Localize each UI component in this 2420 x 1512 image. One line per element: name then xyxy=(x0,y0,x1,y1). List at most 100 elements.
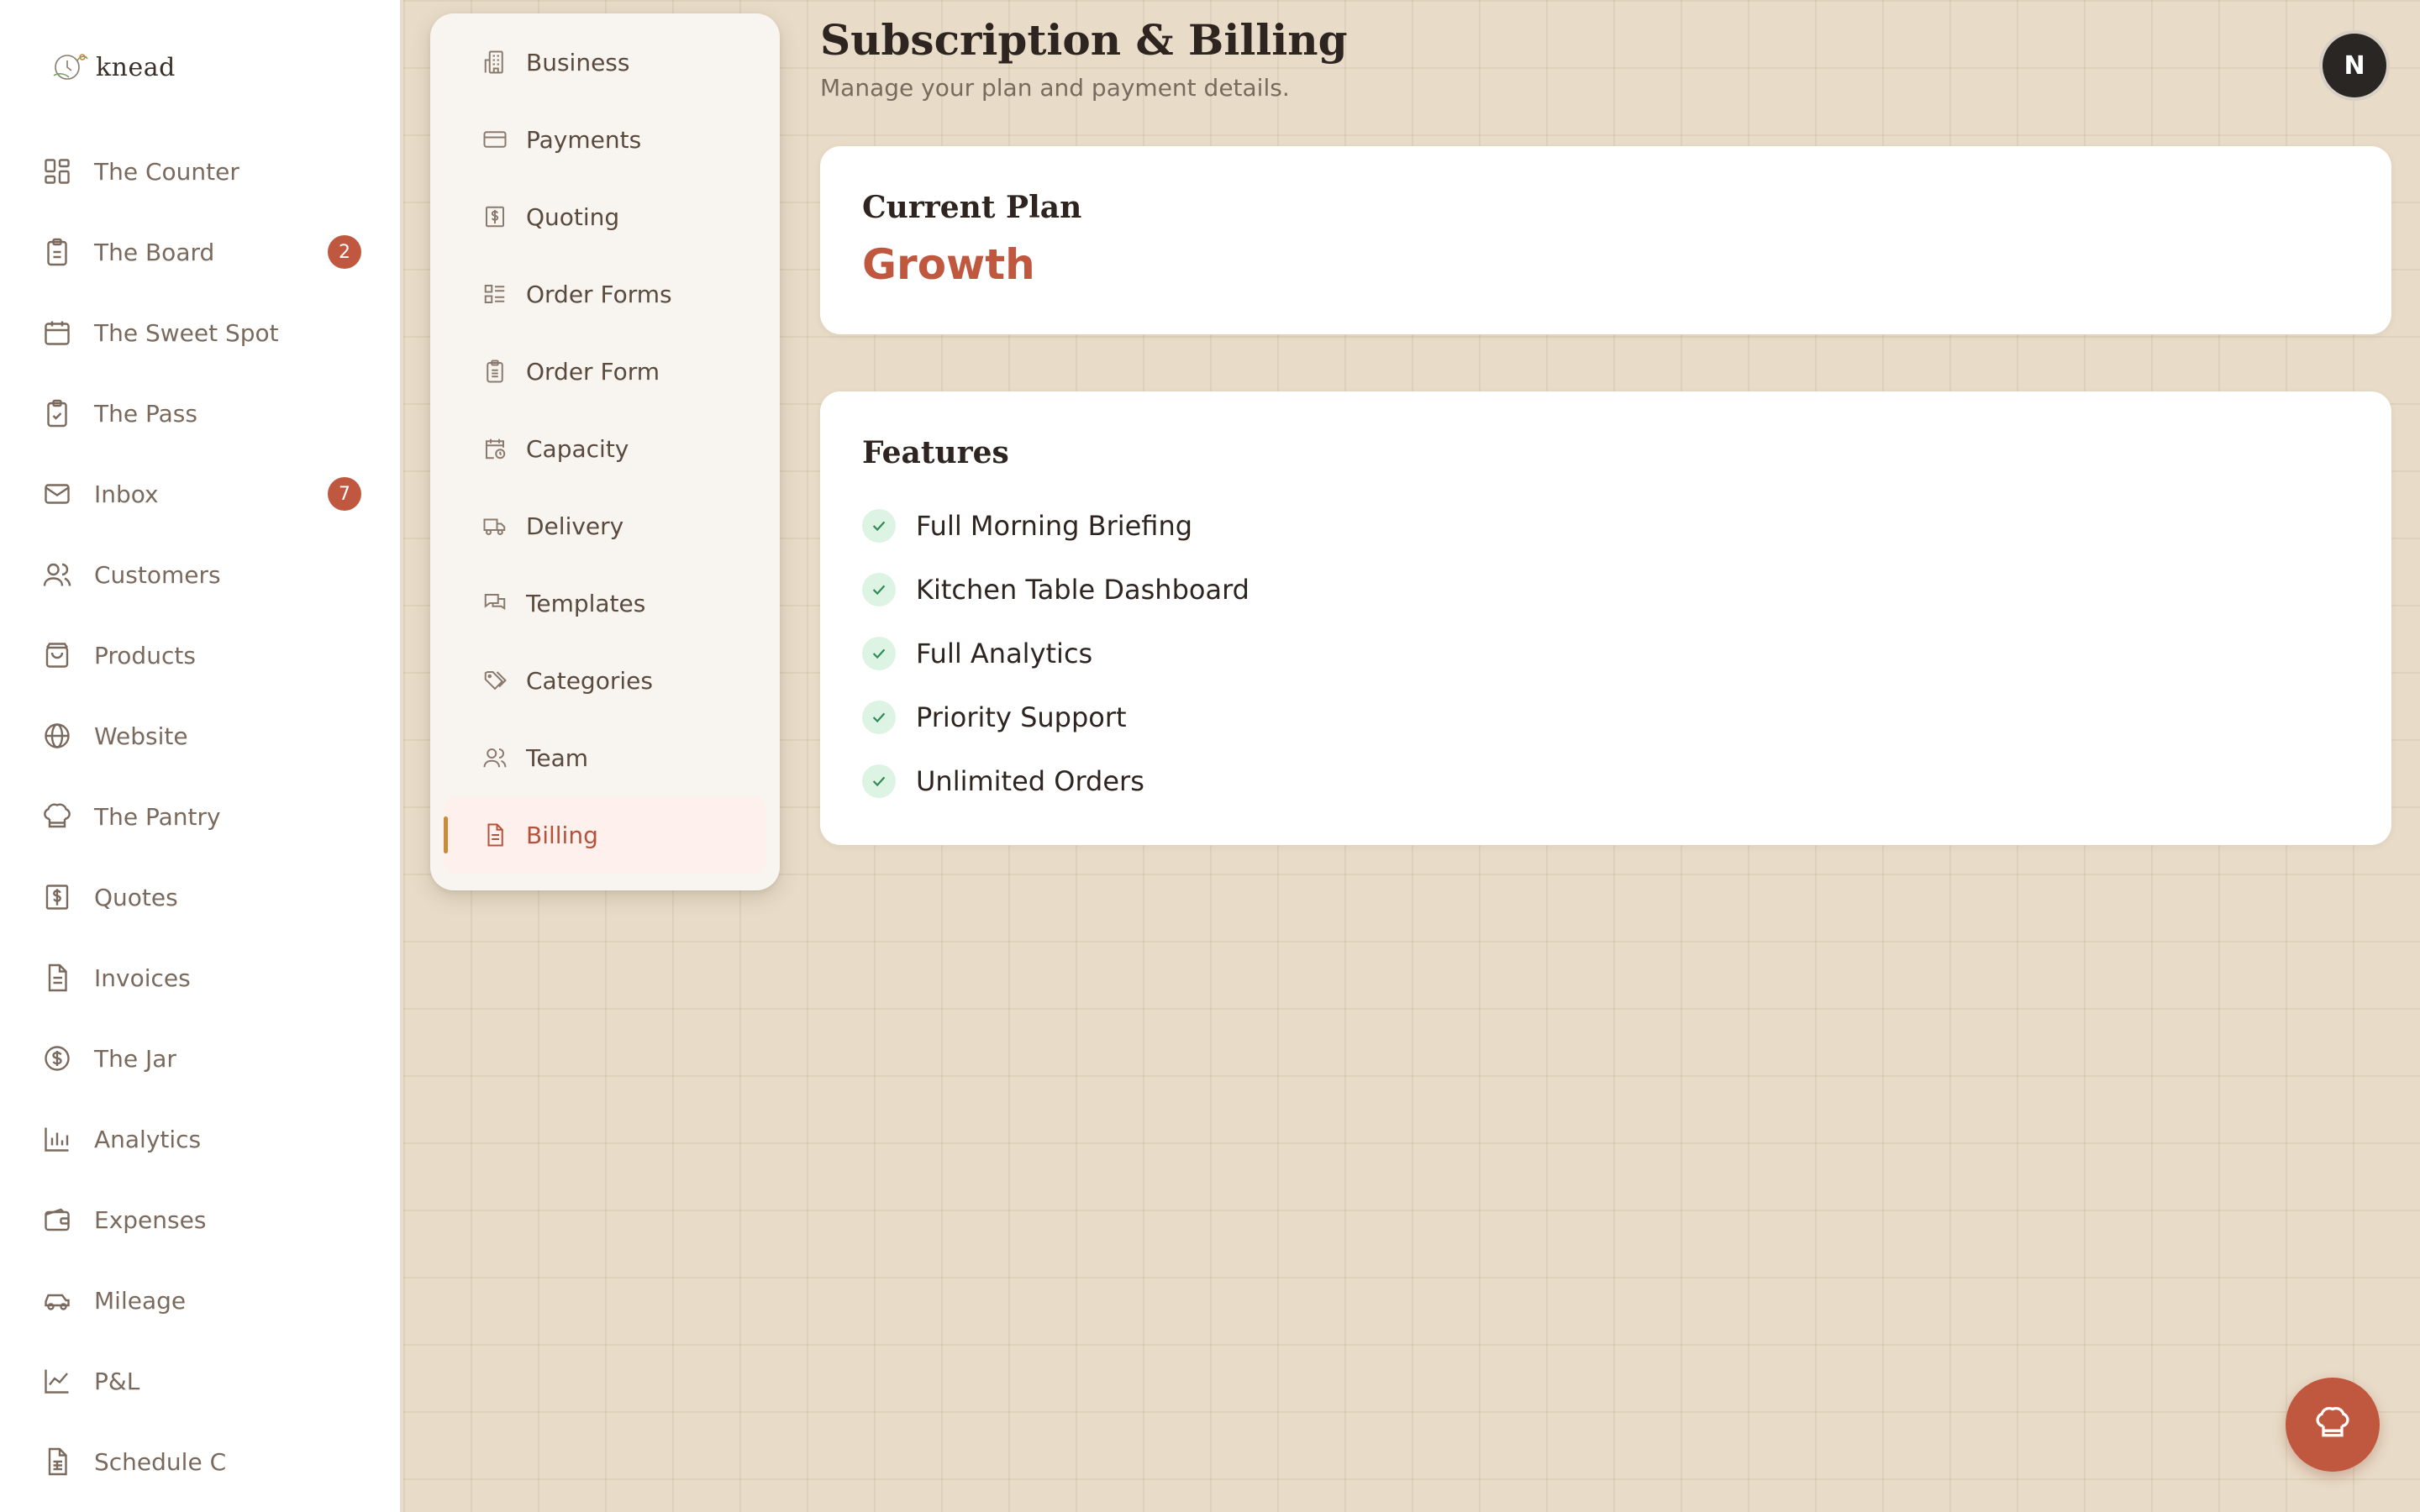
truck-icon xyxy=(481,512,509,540)
sidebar-item-label: The Board xyxy=(94,238,215,266)
sidebar-item-label: Inbox xyxy=(94,480,159,508)
users-icon xyxy=(481,743,509,772)
sidebar-item-the-pantry[interactable]: The Pantry xyxy=(0,776,402,857)
settings-item-team[interactable]: Team xyxy=(444,719,766,796)
chef-hat-icon xyxy=(2314,1404,2351,1445)
settings-item-order-form[interactable]: Order Form xyxy=(444,333,766,410)
settings-item-label: Quoting xyxy=(526,202,620,231)
features-card: Features Full Morning Briefing Kitchen T… xyxy=(820,391,2391,845)
calendar-icon xyxy=(40,316,74,349)
calendar-clock-icon xyxy=(481,434,509,463)
settings-item-categories[interactable]: Categories xyxy=(444,642,766,719)
sidebar-item-label: Products xyxy=(94,641,196,669)
settings-item-label: Order Forms xyxy=(526,280,672,308)
sidebar-item-expenses[interactable]: Expenses xyxy=(0,1179,402,1260)
settings-item-label: Templates xyxy=(526,589,646,617)
settings-item-label: Capacity xyxy=(526,434,629,463)
page-title: Subscription & Billing xyxy=(820,15,1348,65)
sidebar-item-website[interactable]: Website xyxy=(0,696,402,776)
sidebar-item-schedule-c[interactable]: Schedule C xyxy=(0,1421,402,1502)
line-chart-icon xyxy=(40,1364,74,1398)
sidebar-item-label: The Jar xyxy=(94,1044,176,1073)
sidebar-item-analytics[interactable]: Analytics xyxy=(0,1099,402,1179)
logo-mark-icon xyxy=(53,54,88,80)
dollar-receipt-icon xyxy=(40,880,74,914)
sidebar-item-label: Analytics xyxy=(94,1125,202,1153)
document-icon xyxy=(40,961,74,995)
sidebar-item-customers[interactable]: Customers xyxy=(0,534,402,615)
sidebar-item-mileage[interactable]: Mileage xyxy=(0,1260,402,1341)
clipboard-icon xyxy=(481,357,509,386)
chef-assistant-button[interactable] xyxy=(2286,1378,2380,1472)
settings-item-delivery[interactable]: Delivery xyxy=(444,487,766,564)
app-logo[interactable]: knead xyxy=(47,44,176,91)
check-icon xyxy=(862,637,896,670)
chef-hat-icon xyxy=(40,800,74,833)
sidebar-item-the-jar[interactable]: The Jar xyxy=(0,1018,402,1099)
settings-item-billing[interactable]: Billing xyxy=(444,796,766,874)
settings-item-label: Team xyxy=(526,743,589,772)
plan-name: Growth xyxy=(862,240,1035,289)
car-icon xyxy=(40,1284,74,1317)
settings-item-label: Delivery xyxy=(526,512,624,540)
feature-item: Full Analytics xyxy=(862,637,1092,670)
sidebar-nav: The Counter The Board 2 The Sweet Spot T… xyxy=(0,131,402,1502)
settings-item-payments[interactable]: Payments xyxy=(444,101,766,178)
settings-item-order-forms[interactable]: Order Forms xyxy=(444,255,766,333)
sidebar-item-the-pass[interactable]: The Pass xyxy=(0,373,402,454)
clipboard-icon xyxy=(40,235,74,269)
sidebar-item-products[interactable]: Products xyxy=(0,615,402,696)
check-icon xyxy=(862,573,896,606)
messages-icon xyxy=(481,589,509,617)
feature-item: Priority Support xyxy=(862,701,1127,734)
settings-item-label: Categories xyxy=(526,666,653,695)
settings-item-templates[interactable]: Templates xyxy=(444,564,766,642)
clipboard-check-icon xyxy=(40,396,74,430)
notification-badge: 2 xyxy=(328,235,361,269)
sidebar-item-inbox[interactable]: Inbox 7 xyxy=(0,454,402,534)
list-icon xyxy=(481,280,509,308)
check-icon xyxy=(862,764,896,798)
tags-icon xyxy=(481,666,509,695)
users-icon xyxy=(40,558,74,591)
sidebar-item-the-sweet-spot[interactable]: The Sweet Spot xyxy=(0,292,402,373)
sidebar-item-quotes[interactable]: Quotes xyxy=(0,857,402,937)
document-icon xyxy=(481,821,509,849)
settings-item-label: Billing xyxy=(526,821,598,849)
page-subtitle: Manage your plan and payment details. xyxy=(820,74,1290,102)
features-heading: Features xyxy=(862,435,1009,470)
wallet-icon xyxy=(40,1203,74,1236)
sidebar-item-label: Schedule C xyxy=(94,1447,227,1476)
shopping-bag-icon xyxy=(40,638,74,672)
sidebar-item-label: Quotes xyxy=(94,883,178,911)
sidebar-item-the-counter[interactable]: The Counter xyxy=(0,131,402,212)
sidebar-item-label: The Pantry xyxy=(94,802,221,831)
sidebar-item-the-board[interactable]: The Board 2 xyxy=(0,212,402,292)
sidebar-item-label: Website xyxy=(94,722,188,750)
notification-badge: 7 xyxy=(328,477,361,511)
check-icon xyxy=(862,701,896,734)
feature-label: Full Morning Briefing xyxy=(916,510,1193,542)
bar-chart-icon xyxy=(40,1122,74,1156)
settings-item-business[interactable]: Business xyxy=(444,24,766,101)
settings-item-capacity[interactable]: Capacity xyxy=(444,410,766,487)
feature-label: Kitchen Table Dashboard xyxy=(916,574,1249,606)
grid-icon xyxy=(40,155,74,188)
building-icon xyxy=(481,48,509,76)
sidebar-item-label: Expenses xyxy=(94,1205,207,1234)
sidebar-item-label: Customers xyxy=(94,560,221,589)
settings-item-quoting[interactable]: Quoting xyxy=(444,178,766,255)
current-plan-heading: Current Plan xyxy=(862,190,1082,225)
sidebar-item-label: P&L xyxy=(94,1367,140,1395)
settings-menu: Business Payments Quoting Order Forms Or… xyxy=(430,13,780,890)
feature-label: Unlimited Orders xyxy=(916,765,1144,797)
sidebar-item-label: The Counter xyxy=(94,157,239,186)
sidebar-item-label: Invoices xyxy=(94,963,191,992)
check-icon xyxy=(862,509,896,543)
sidebar-item-invoices[interactable]: Invoices xyxy=(0,937,402,1018)
feature-item: Full Morning Briefing xyxy=(862,509,1192,543)
sidebar-item-p-and-l[interactable]: P&L xyxy=(0,1341,402,1421)
sidebar-item-label: The Pass xyxy=(94,399,197,428)
dollar-receipt-icon xyxy=(481,202,509,231)
user-avatar[interactable]: N xyxy=(2323,34,2386,97)
